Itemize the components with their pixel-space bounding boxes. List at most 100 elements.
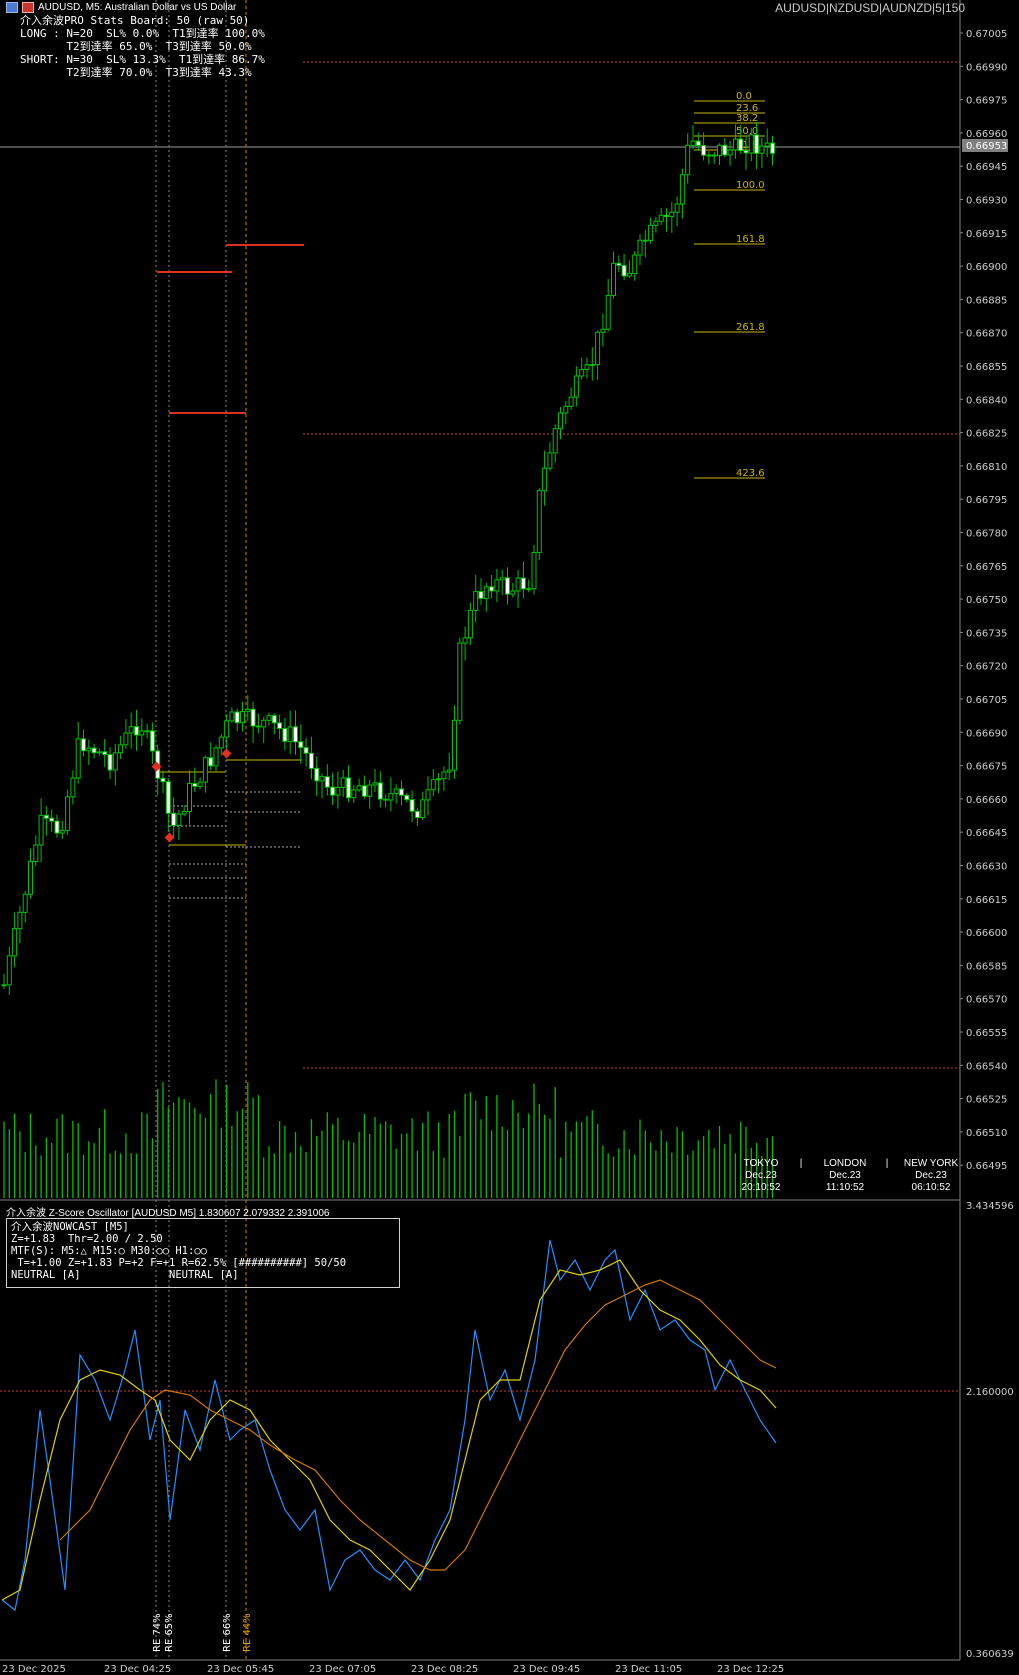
candle-body [748, 134, 754, 154]
candle-body [107, 754, 113, 771]
candle-body [255, 725, 261, 728]
candle-body [494, 579, 500, 592]
price-label: 0.66735 [966, 628, 1007, 639]
candle-body [669, 211, 675, 218]
candle-body [187, 783, 192, 813]
candle-body [65, 796, 71, 831]
session-date: Dec.23 [915, 1170, 947, 1181]
fib-label: 423.6 [736, 468, 765, 479]
fib-label: 38.2 [736, 113, 758, 124]
candle-body [414, 810, 420, 819]
re-label: RE 66% [222, 1613, 233, 1652]
candle-body [1, 984, 7, 987]
main-chart[interactable]: 0.023.638.250.061.8100.0161.8261.8423.6 … [0, 0, 1019, 1675]
candle-body [149, 730, 155, 752]
price-label: 0.66630 [966, 862, 1007, 873]
nowcast-panel: 介入余波NOWCAST [M5] Z=+1.83 Thr=2.00 / 2.50 M… [6, 1218, 400, 1288]
candle-body [664, 214, 669, 218]
stats-board: 介入余波PRO Stats Board: 50 (raw 50) LONG : N… [20, 14, 265, 79]
candle-body [303, 747, 309, 754]
candle-body [134, 726, 139, 736]
price-label: 0.66525 [966, 1095, 1007, 1106]
price-label: 0.66510 [966, 1128, 1007, 1139]
price-label: 0.66615 [966, 895, 1007, 906]
candle-body [346, 777, 351, 799]
price-label: 0.66780 [966, 529, 1007, 540]
candle-body [202, 757, 208, 783]
candle-body [685, 144, 691, 176]
candle-body [642, 239, 648, 242]
candle-body [457, 642, 463, 721]
price-label: 0.67005 [966, 29, 1007, 40]
candle-body [86, 747, 92, 752]
candle-body [526, 588, 532, 591]
candle-body [595, 331, 601, 366]
price-label: 0.66810 [966, 462, 1007, 473]
candle-body [59, 829, 65, 834]
time-label: 23 Dec 2025 [2, 1664, 66, 1675]
candle-body [605, 295, 611, 330]
nowcast-line: Z=+1.83 Thr=2.00 / 2.50 [11, 1233, 163, 1245]
price-label: 0.66855 [966, 362, 1007, 373]
candle-body [717, 144, 722, 157]
candle-body [245, 708, 251, 712]
candle-body [128, 726, 134, 734]
candle-body [584, 364, 590, 370]
stats-line: SHORT: N=30 SL% 13.3% T1到達率 86.7% [20, 53, 265, 66]
candle-body [436, 778, 442, 781]
candle-body [335, 786, 341, 796]
candle-body [409, 799, 415, 812]
price-label: 0.66495 [966, 1161, 1007, 1172]
candle-body [49, 817, 55, 822]
candle-body [75, 738, 81, 779]
candle-body [441, 771, 447, 780]
session-date: Dec.23 [745, 1170, 777, 1181]
nowcast-line: T=+1.00 Z=+1.83 P=+2 F=+1 R=62.5% [#####… [11, 1257, 347, 1269]
session-time: 11:10:52 [825, 1182, 865, 1193]
candle-body [144, 730, 150, 733]
candle-body [367, 784, 373, 797]
current-price-text: 0.66953 [966, 141, 1007, 152]
stats-line: T2到達率 65.0% T3到達率 50.0% [20, 40, 252, 53]
candle-body [218, 736, 224, 749]
candlesticks [1, 121, 775, 995]
candle-body [759, 145, 765, 154]
candle-body [234, 711, 240, 724]
candle-body [399, 788, 404, 796]
chart-icon[interactable] [6, 2, 18, 13]
session-separator: | [799, 1158, 803, 1169]
candle-body [91, 747, 97, 754]
candle-body [473, 591, 479, 611]
price-axis: 0.67005 0.66990 0.66975 0.66960 0.66945 0.669… [960, 29, 1007, 1172]
toolbox-icon[interactable] [22, 2, 34, 13]
candle-body [192, 783, 198, 787]
candle-body [542, 467, 548, 492]
price-label: 0.66675 [966, 762, 1007, 773]
candle-body [558, 412, 563, 430]
symbol-set-label: AUDUSD|NZDUSD|AUDNZD|5|150 [775, 1, 965, 15]
candle-body [611, 262, 616, 297]
chart-title: AUDUSD, M5: Australian Dollar vs US Doll… [38, 2, 237, 13]
candle-body [674, 203, 680, 213]
price-label: 0.66840 [966, 395, 1007, 406]
candle-body [282, 727, 288, 742]
candle-body [621, 264, 627, 277]
candle-body [658, 214, 664, 222]
osc-axis-mid: 2.160000 [966, 1387, 1014, 1398]
zscore-line [1, 1239, 777, 1612]
price-label: 0.66795 [966, 495, 1007, 506]
fib-label: 261.8 [736, 322, 765, 333]
candle-body [563, 405, 569, 414]
candle-body [425, 789, 431, 801]
candle-body [271, 715, 277, 724]
candle-body [467, 609, 473, 639]
signal-line [1, 1259, 777, 1601]
candle-body [727, 149, 733, 156]
candle-body [690, 140, 696, 146]
re-label: RE 74% [152, 1613, 163, 1652]
candle-body [743, 150, 749, 154]
candle-body [277, 722, 283, 729]
candle-body [330, 786, 336, 796]
candle-body [319, 776, 325, 782]
candle-body [197, 781, 203, 787]
